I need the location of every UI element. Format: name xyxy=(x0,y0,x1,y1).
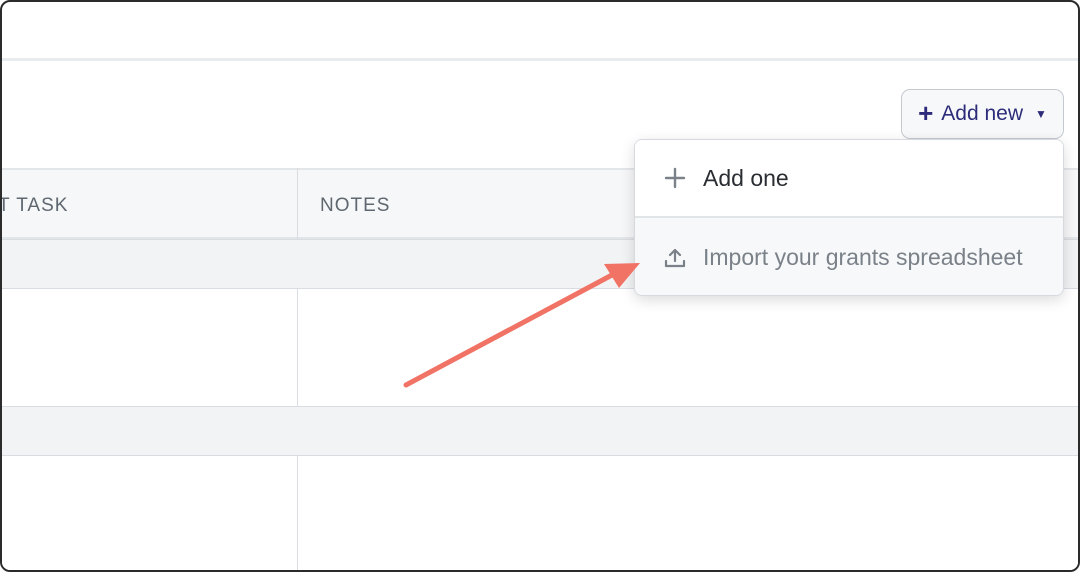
menu-item-import-spreadsheet[interactable]: Import your grants spreadsheet xyxy=(635,218,1063,295)
upload-icon xyxy=(663,246,687,270)
menu-item-label: Import your grants spreadsheet xyxy=(703,244,1023,270)
group-row[interactable] xyxy=(2,406,1078,456)
add-new-button[interactable]: + Add new ▼ xyxy=(901,89,1064,139)
add-new-dropdown-menu: Add one Import your grants spreadsheet xyxy=(634,139,1064,296)
table-row[interactable] xyxy=(2,289,1078,406)
app-window: + Add new ▼ T TASK NOTES Add one Import … xyxy=(0,0,1080,572)
top-divider xyxy=(2,58,1078,61)
table-row[interactable] xyxy=(2,456,1078,570)
column-divider xyxy=(297,289,298,406)
add-new-label: Add new xyxy=(941,102,1024,125)
column-divider xyxy=(297,168,298,239)
plus-icon xyxy=(663,166,687,190)
menu-item-add-one[interactable]: Add one xyxy=(635,140,1063,218)
column-header-task[interactable]: T TASK xyxy=(2,195,68,217)
column-header-notes[interactable]: NOTES xyxy=(320,195,390,217)
caret-down-icon: ▼ xyxy=(1035,107,1047,121)
plus-icon: + xyxy=(918,98,934,128)
column-divider xyxy=(297,456,298,570)
menu-item-label: Add one xyxy=(703,164,789,191)
